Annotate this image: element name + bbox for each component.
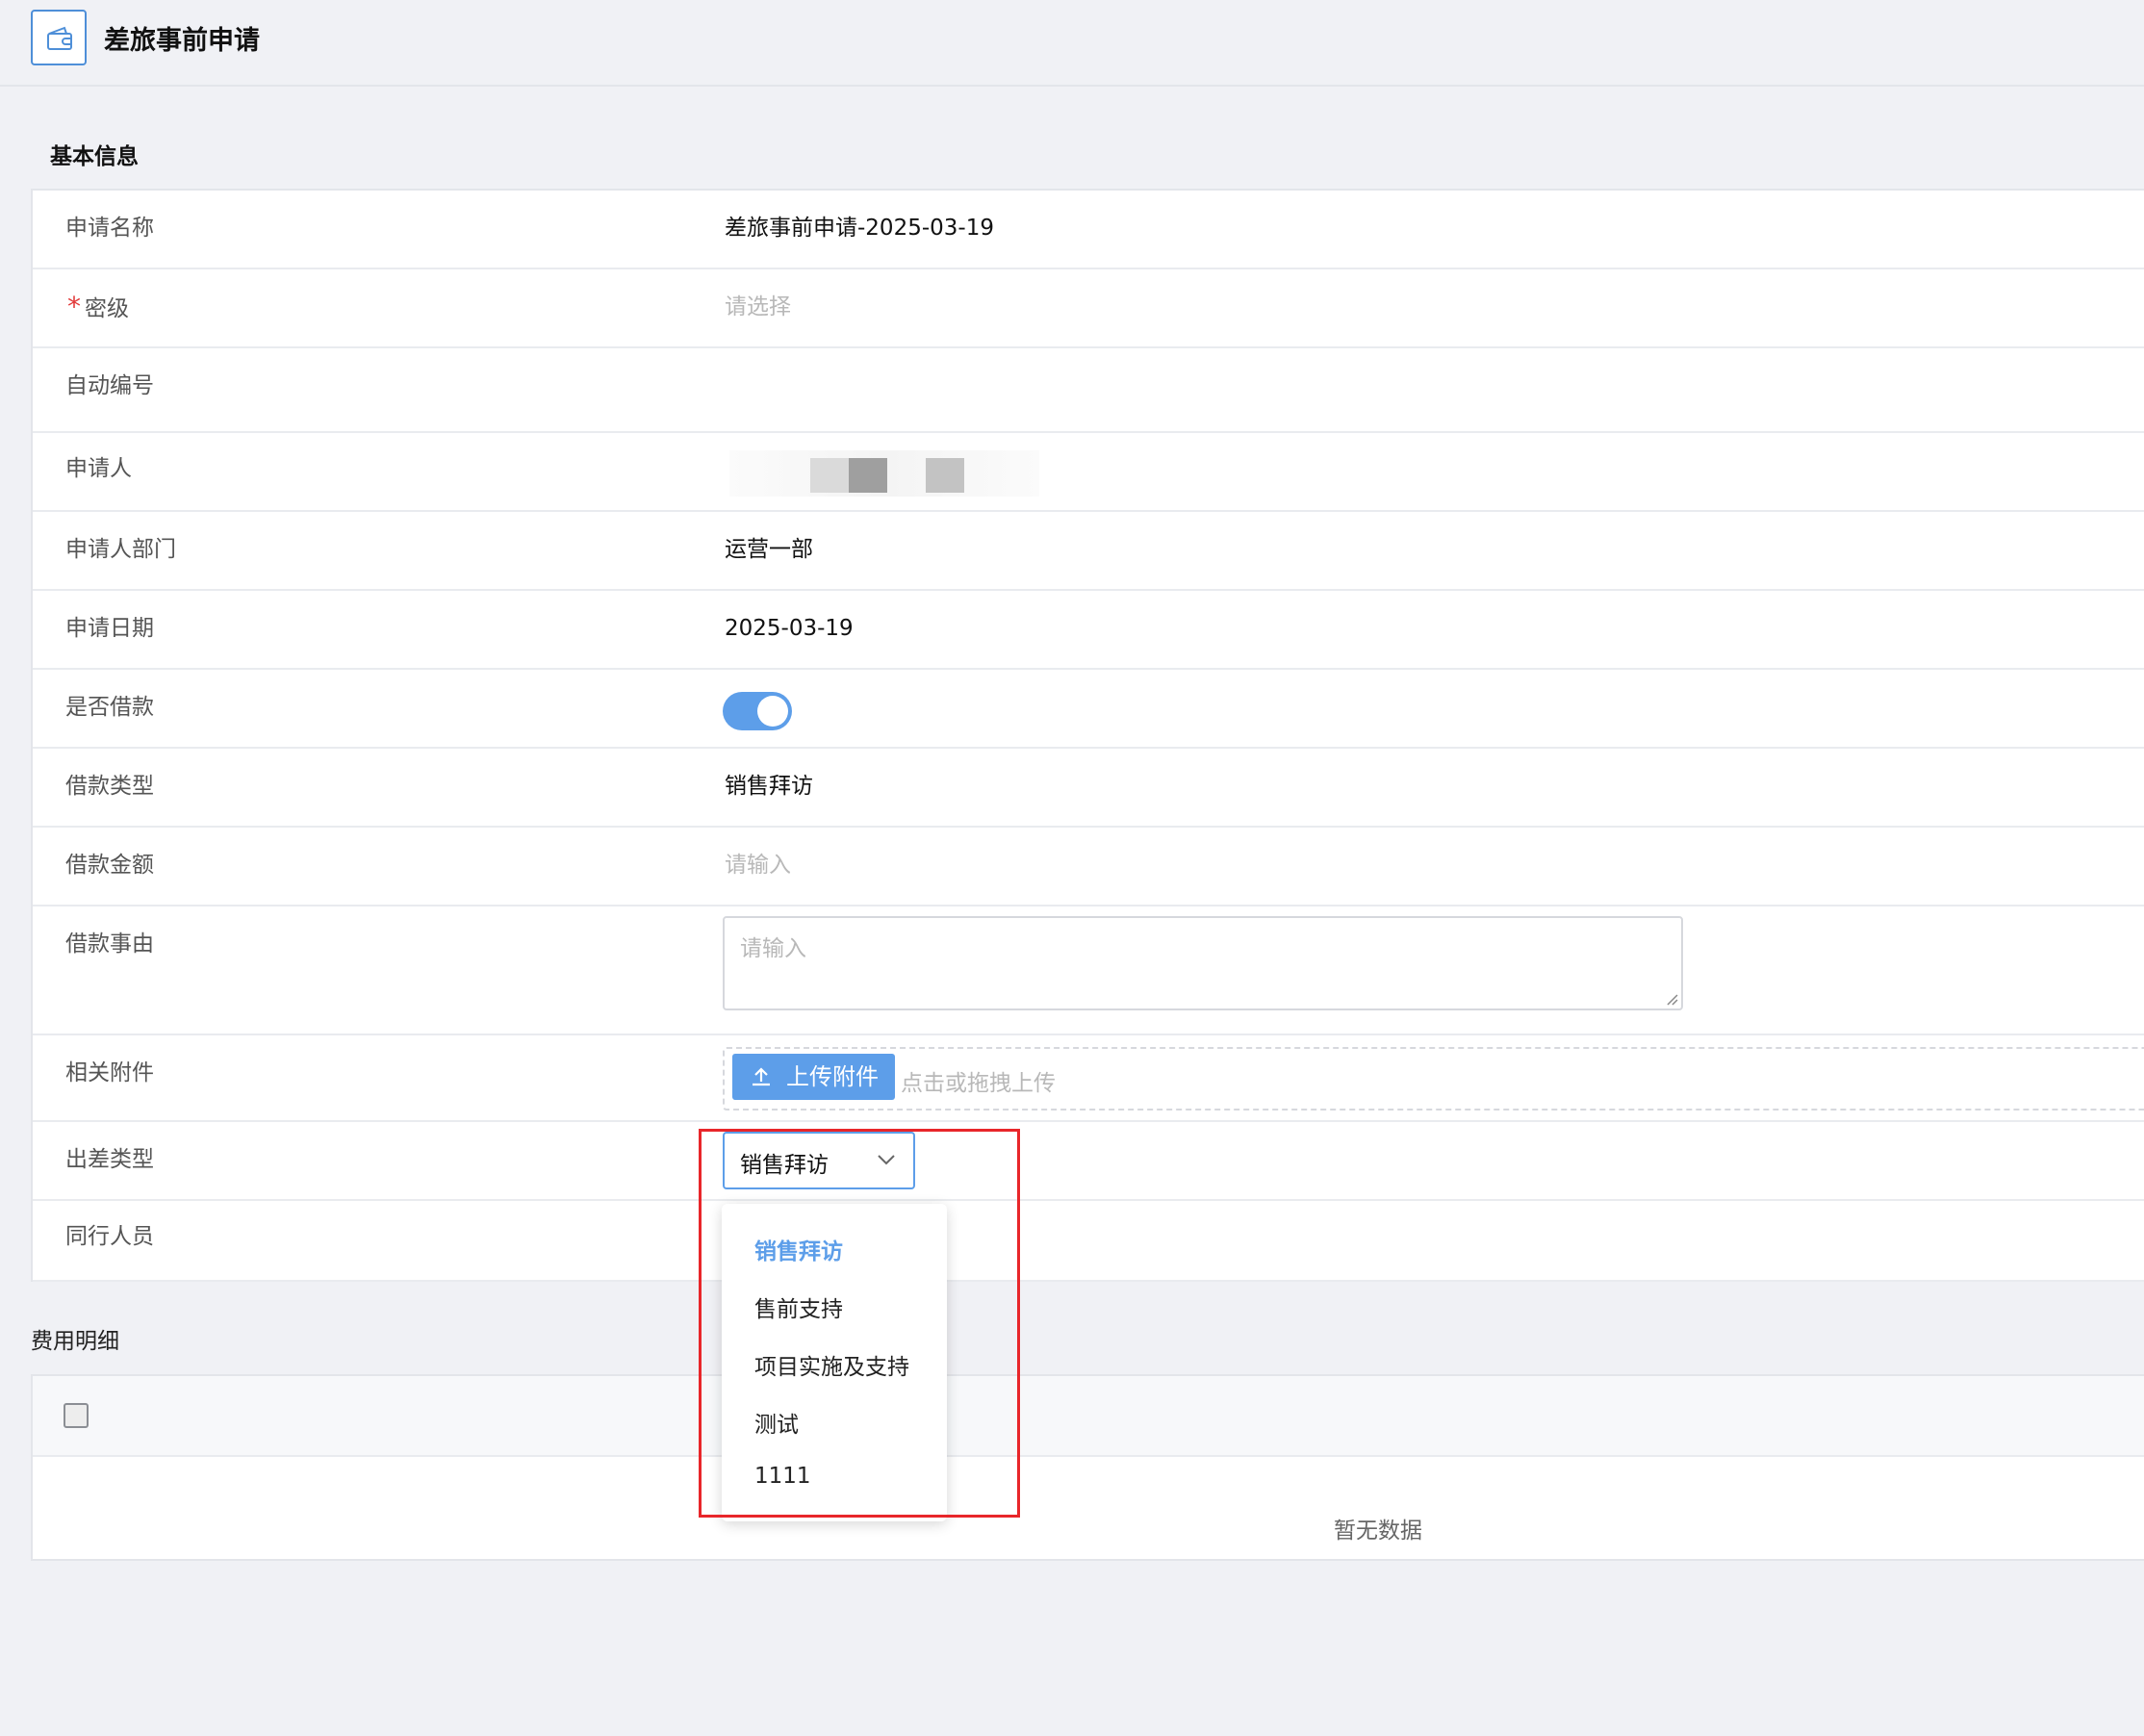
security-level-label-text: 密级 — [85, 296, 129, 321]
loan-amount-input[interactable]: 请输入 — [725, 851, 791, 880]
row-attachments: 相关附件 上传附件 点击或拖拽上传 — [33, 1035, 2144, 1122]
page-title: 差旅事前申请 — [104, 26, 260, 56]
row-apply-date: 申请日期 2025-03-19 — [33, 591, 2144, 670]
row-loan-amount: 借款金额 请输入 — [33, 828, 2144, 906]
apply-date-label: 申请日期 — [65, 616, 154, 641]
section-title-expense-detail: 费用明细 — [31, 1329, 119, 1354]
application-name-label: 申请名称 — [65, 216, 154, 241]
resize-handle-icon[interactable] — [1665, 992, 1678, 1006]
chevron-down-icon — [878, 1155, 895, 1165]
applicant-dept-label: 申请人部门 — [65, 537, 176, 562]
upload-hint: 点击或拖拽上传 — [901, 1071, 1056, 1096]
dropdown-option[interactable]: 项目实施及支持 — [754, 1348, 909, 1381]
select-all-checkbox[interactable] — [64, 1403, 89, 1428]
row-loan-type: 借款类型 销售拜访 — [33, 749, 2144, 828]
dropdown-option[interactable]: 1111 — [754, 1464, 811, 1489]
apply-date-value[interactable]: 2025-03-19 — [725, 614, 854, 643]
row-security-level: * 密级 请选择 — [33, 269, 2144, 348]
expense-table: 暂无数据 — [31, 1374, 2144, 1561]
required-mark: * — [67, 291, 81, 322]
trip-type-dropdown: 销售拜访 售前支持 项目实施及支持 测试 1111 — [722, 1204, 947, 1521]
row-companions: 同行人员 — [33, 1201, 2144, 1282]
is-loan-toggle[interactable] — [723, 692, 792, 730]
security-level-select[interactable]: 请选择 — [725, 293, 791, 321]
trip-type-select[interactable]: 销售拜访 — [723, 1132, 915, 1189]
dropdown-option[interactable]: 测试 — [754, 1406, 799, 1439]
dropdown-option[interactable]: 销售拜访 — [754, 1233, 843, 1265]
applicant-value-redacted — [729, 450, 1039, 497]
application-name-value[interactable]: 差旅事前申请-2025-03-19 — [725, 214, 994, 243]
loan-reason-label: 借款事由 — [65, 932, 154, 957]
row-loan-reason: 借款事由 请输入 — [33, 906, 2144, 1035]
wallet-icon — [31, 10, 87, 65]
loan-reason-placeholder: 请输入 — [740, 936, 806, 961]
empty-state-text: 暂无数据 — [1334, 1519, 1422, 1544]
section-title-basic-info: 基本信息 — [50, 144, 139, 169]
upload-button-label: 上传附件 — [786, 1063, 879, 1090]
trip-type-label: 出差类型 — [65, 1147, 154, 1172]
row-applicant-dept: 申请人部门 运营一部 — [33, 512, 2144, 591]
row-applicant: 申请人 — [33, 433, 2144, 512]
trip-type-selected-value: 销售拜访 — [740, 1153, 829, 1178]
loan-amount-label: 借款金额 — [65, 853, 154, 878]
upload-attachment-button[interactable]: 上传附件 — [732, 1054, 895, 1100]
upload-dropzone[interactable]: 上传附件 点击或拖拽上传 — [723, 1047, 2144, 1111]
row-trip-type: 出差类型 销售拜访 — [33, 1122, 2144, 1201]
security-level-label: * 密级 — [67, 293, 129, 323]
basic-info-form: 申请名称 差旅事前申请-2025-03-19 * 密级 请选择 自动编号 申请人 … — [31, 189, 2144, 1282]
table-header — [33, 1376, 2144, 1457]
applicant-dept-value: 运营一部 — [725, 537, 813, 562]
loan-type-label: 借款类型 — [65, 774, 154, 799]
companions-label: 同行人员 — [65, 1224, 154, 1249]
upload-icon — [753, 1067, 770, 1086]
dropdown-option[interactable]: 售前支持 — [754, 1290, 843, 1323]
loan-type-value[interactable]: 销售拜访 — [725, 772, 813, 801]
row-is-loan: 是否借款 — [33, 670, 2144, 749]
is-loan-label: 是否借款 — [65, 695, 154, 720]
row-application-name: 申请名称 差旅事前申请-2025-03-19 — [33, 191, 2144, 269]
toggle-knob — [757, 696, 788, 727]
row-auto-number: 自动编号 — [33, 348, 2144, 433]
attachments-label: 相关附件 — [65, 1060, 154, 1085]
applicant-label: 申请人 — [65, 456, 132, 481]
auto-number-label: 自动编号 — [65, 373, 154, 398]
page-header: 差旅事前申请 — [0, 0, 2144, 87]
loan-reason-textarea[interactable]: 请输入 — [723, 916, 1683, 1010]
